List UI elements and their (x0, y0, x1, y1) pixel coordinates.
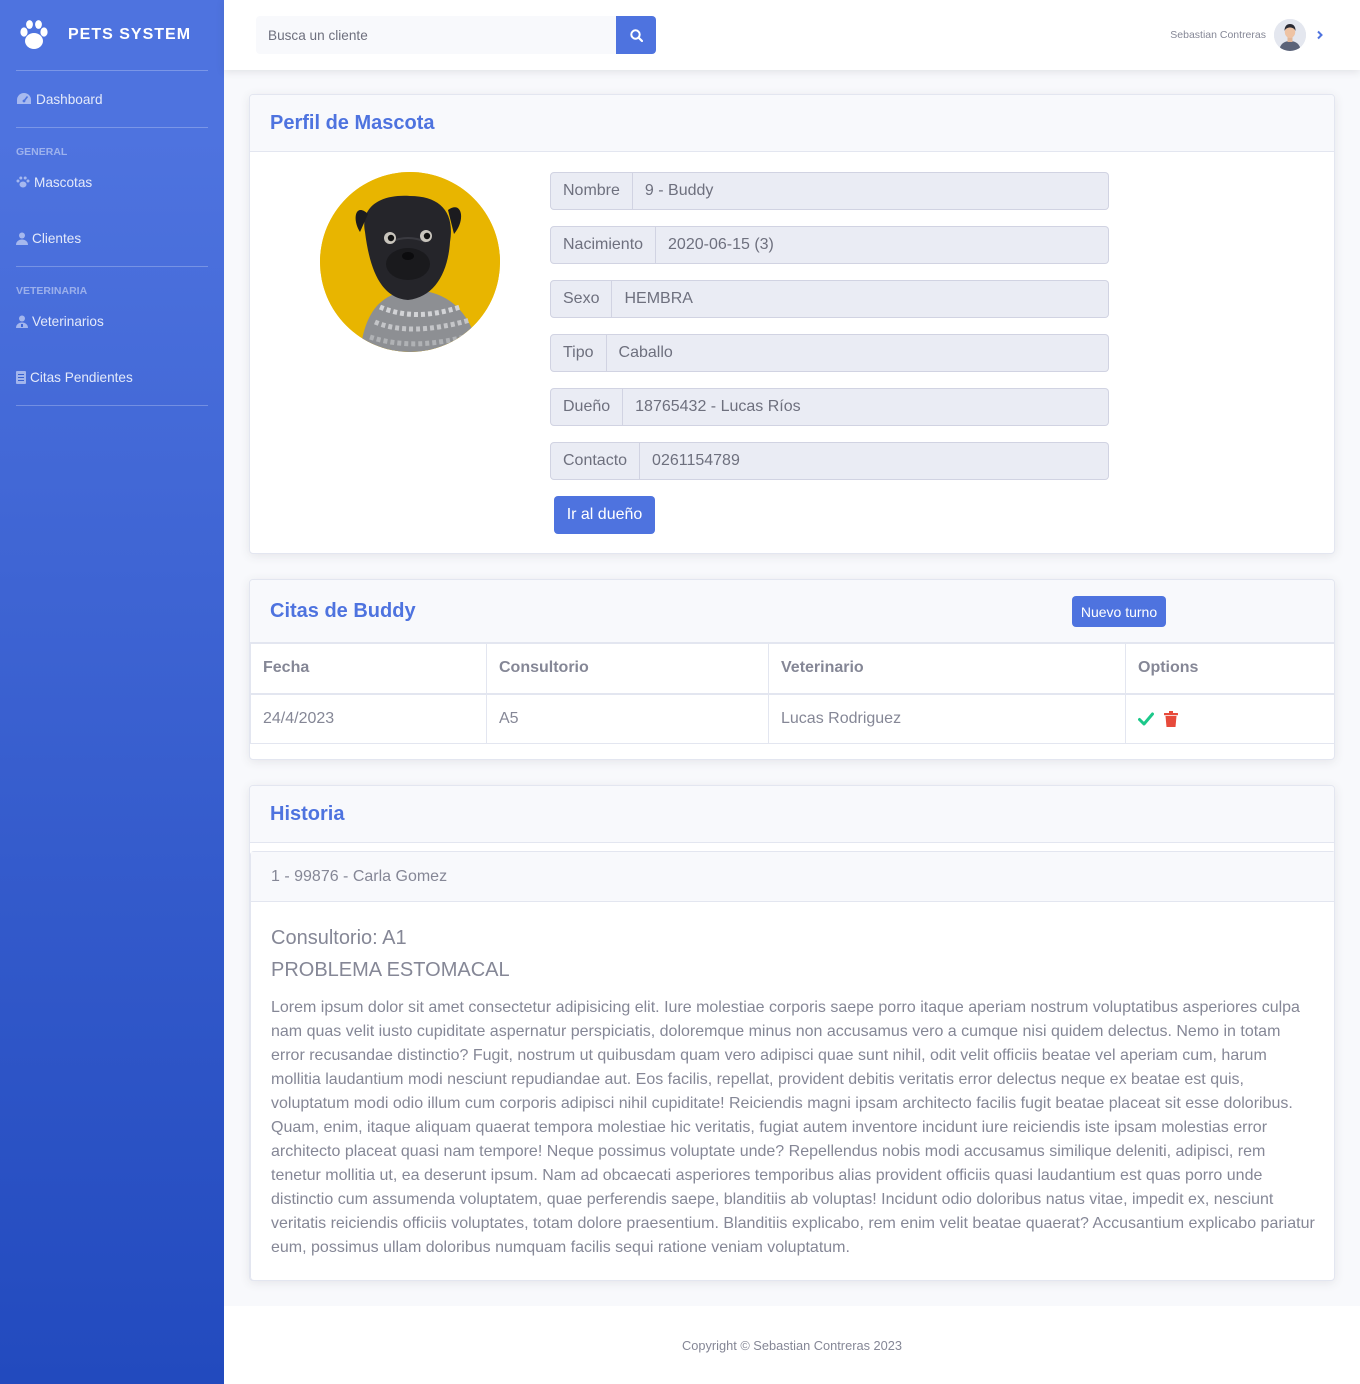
history-description: Lorem ipsum dolor sit amet consectetur a… (271, 999, 1315, 1256)
sidebar-item-clientes[interactable]: Clientes (0, 210, 224, 266)
pet-photo (320, 172, 500, 352)
search-icon (629, 28, 643, 42)
field-nacimiento: Nacimiento 2020-06-15 (3) (550, 226, 1109, 264)
table-cell: Lucas Rodriguez (768, 693, 1126, 744)
table-cell-options (1125, 693, 1334, 744)
sidebar-item-citas-pendientes[interactable]: Citas Pendientes (0, 349, 224, 405)
sidebar-item-label: Citas Pendientes (30, 369, 133, 385)
check-icon[interactable] (1138, 712, 1154, 726)
appointments-card: Citas de Buddy Nuevo turno Fecha Consult… (249, 579, 1335, 760)
user-name: Sebastian Contreras (1170, 29, 1266, 41)
paw-icon (16, 176, 30, 188)
avatar (1274, 19, 1306, 51)
field-sexo: Sexo HEMBRA (550, 280, 1109, 318)
history-card: Historia 1 - 99876 - Carla Gomez Consult… (249, 785, 1335, 1281)
history-entry-header: 1 - 99876 - Carla Gomez (251, 852, 1334, 902)
nacimiento-field[interactable]: 2020-06-15 (3) (656, 226, 1109, 264)
user-menu[interactable]: Sebastian Contreras (1170, 19, 1324, 51)
card-header: Citas de Buddy (250, 580, 1334, 643)
go-to-owner-button[interactable]: Ir al dueño (554, 496, 655, 534)
tipo-field[interactable]: Caballo (606, 334, 1109, 372)
appointments-table: Fecha Consultorio Veterinario Options 24… (250, 643, 1334, 744)
field-label: Nacimiento (550, 226, 657, 264)
card-header: Perfil de Mascota (250, 95, 1334, 152)
column-header: Options (1125, 643, 1334, 695)
topbar: Sebastian Contreras (224, 0, 1360, 70)
history-entry: 1 - 99876 - Carla Gomez Consultorio: A1 … (250, 851, 1334, 1280)
new-appointment-button[interactable]: Nuevo turno (1072, 596, 1166, 627)
tachometer-icon (17, 93, 31, 104)
sidebar-item-label: Dashboard (36, 91, 103, 107)
field-contacto: Contacto 0261154789 (550, 442, 1109, 480)
contacto-field[interactable]: 0261154789 (640, 442, 1109, 480)
list-icon (16, 370, 26, 384)
copyright-text: Copyright © Sebastian Contreras 2023 (682, 1337, 902, 1353)
column-header: Fecha (250, 643, 487, 695)
user-doctor-icon (16, 315, 28, 328)
sidebar-item-label: Veterinarios (32, 313, 104, 329)
sidebar-item-mascotas[interactable]: Mascotas (0, 154, 224, 210)
footer: Copyright © Sebastian Contreras 2023 (224, 1306, 1360, 1384)
sidebar-divider (16, 127, 208, 128)
sidebar: PETS SYSTEM Dashboard GENERAL Mascotas C… (0, 0, 224, 1384)
field-tipo: Tipo Caballo (550, 334, 1109, 372)
brand[interactable]: PETS SYSTEM (0, 0, 224, 70)
history-problem: PROBLEMA ESTOMACAL (271, 959, 510, 981)
field-label: Nombre (550, 172, 633, 210)
column-header: Consultorio (486, 643, 769, 695)
table-cell: A5 (486, 693, 769, 744)
sidebar-item-dashboard[interactable]: Dashboard (0, 71, 224, 127)
pet-profile-card: Perfil de Mascota Nombre 9 - Buddy Nacim… (249, 94, 1335, 554)
table-row: 24/4/2023 A5 Lucas Rodriguez (250, 693, 1334, 744)
brand-name: PETS SYSTEM (68, 26, 192, 43)
chevron-right-icon[interactable] (1316, 30, 1324, 40)
history-consultorio: Consultorio: A1 (271, 927, 407, 949)
search-bar (256, 16, 656, 54)
history-entry-body: Consultorio: A1 PROBLEMA ESTOMACAL Lorem… (251, 902, 1334, 1280)
field-label: Dueño (550, 388, 624, 426)
column-header: Veterinario (768, 643, 1126, 695)
card-header: Historia (250, 786, 1334, 843)
field-label: Contacto (550, 442, 641, 480)
search-button[interactable] (616, 16, 656, 54)
nombre-field[interactable]: 9 - Buddy (632, 172, 1109, 210)
search-input[interactable] (256, 16, 616, 54)
dueno-field[interactable]: 18765432 - Lucas Ríos (623, 388, 1109, 426)
field-nombre: Nombre 9 - Buddy (550, 172, 1109, 210)
field-dueno: Dueño 18765432 - Lucas Ríos (550, 388, 1109, 426)
field-label: Sexo (550, 280, 613, 318)
sidebar-divider (16, 266, 208, 267)
sexo-field[interactable]: HEMBRA (612, 280, 1109, 318)
sidebar-item-veterinarios[interactable]: Veterinarios (0, 293, 224, 349)
trash-icon[interactable] (1164, 710, 1179, 727)
sidebar-item-label: Clientes (32, 230, 82, 246)
table-cell: 24/4/2023 (250, 693, 487, 744)
table-header-row: Fecha Consultorio Veterinario Options (250, 643, 1334, 695)
card-title: Citas de Buddy (270, 599, 416, 622)
card-title: Perfil de Mascota (270, 111, 435, 134)
card-title: Historia (270, 802, 345, 825)
sidebar-divider (16, 405, 208, 406)
field-label: Tipo (550, 334, 607, 372)
user-icon (16, 232, 28, 245)
sidebar-item-label: Mascotas (34, 174, 93, 190)
paw-icon (20, 20, 48, 49)
